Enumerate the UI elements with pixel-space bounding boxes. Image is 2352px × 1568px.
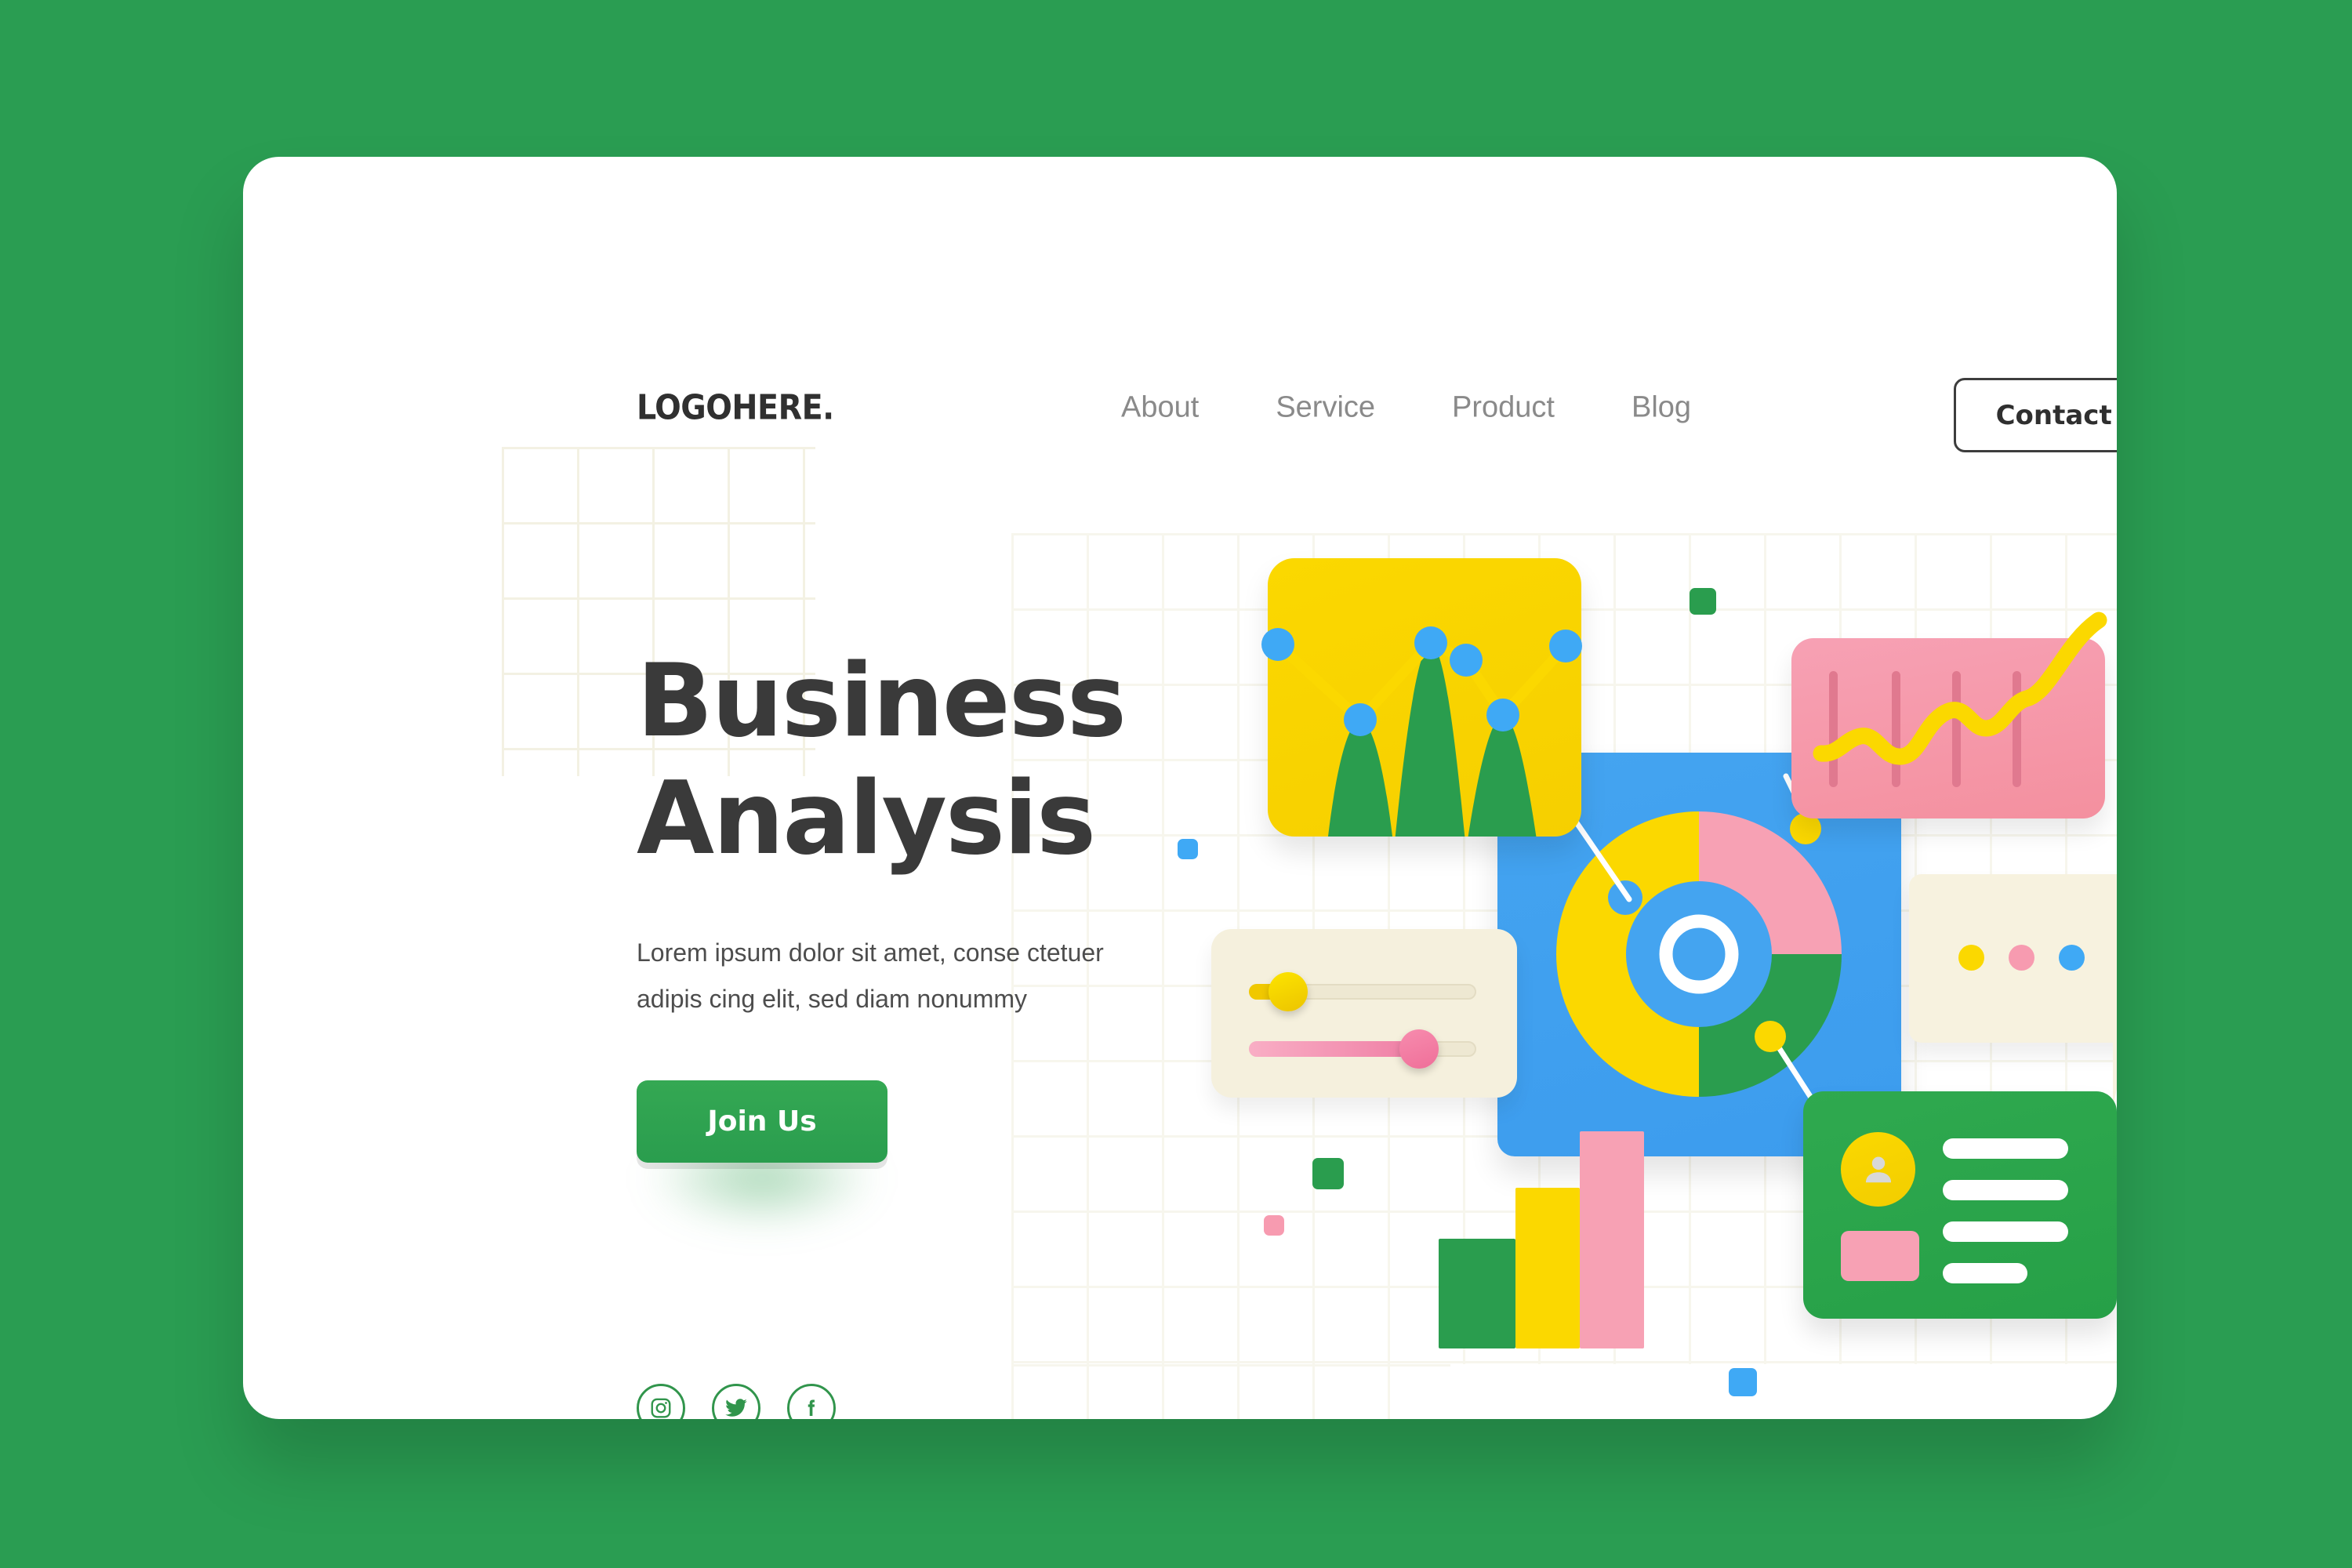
bubble-dot-yellow [1958,945,1984,971]
bubble-dot-pink [2009,945,2034,971]
comment-bubble-tail [2113,1041,2117,1107]
profile-card [1803,1091,2117,1319]
profile-text-line [1943,1180,2068,1200]
bar-green [1439,1239,1515,1348]
sliders-card [1211,929,1517,1098]
slider-pink-knob[interactable] [1399,1029,1439,1069]
profile-text-line [1943,1138,2068,1159]
bubble-dot-blue [2059,945,2085,971]
decor-square-green [1690,588,1716,615]
slider-yellow-knob[interactable] [1269,972,1308,1011]
bar-yellow [1515,1188,1580,1348]
area-line-chart [1261,626,1582,837]
line-chart-card [1261,558,1582,837]
decor-square-green [1312,1158,1344,1189]
profile-text-line [1943,1221,2068,1242]
join-us-button[interactable]: Join Us [637,1080,887,1163]
profile-thumbnail [1841,1231,1919,1281]
landing-page-card: LOGOHERE. About Service Product Blog Con… [243,157,2117,1419]
user-avatar-icon [1841,1132,1915,1207]
decor-square-pink [1264,1215,1284,1236]
profile-text-line [1943,1263,2027,1283]
business-analysis-illustration [243,157,2117,1419]
join-us-button-wrapper: Join Us [637,1080,887,1229]
bar-pink [1580,1131,1644,1348]
trend-chart-card [1791,612,2107,818]
slider-fill [1249,1041,1417,1057]
trend-line [1813,612,2107,765]
person-glyph [1865,1156,1891,1182]
decor-square-blue [1729,1368,1757,1396]
